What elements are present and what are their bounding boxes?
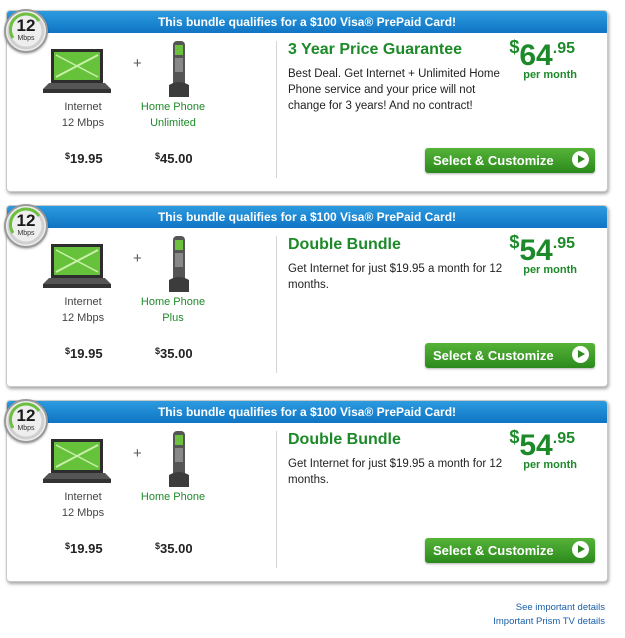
select-customize-button[interactable]: Select & Customize bbox=[425, 343, 595, 368]
bundle-title: Double Bundle bbox=[288, 431, 401, 448]
bundle-banner: This bundle qualifies for a $100 Visa® P… bbox=[7, 401, 607, 423]
price-period: per month bbox=[523, 459, 577, 471]
phone-label: Home Phone bbox=[140, 491, 206, 503]
phone-price: $45.00 bbox=[155, 151, 193, 166]
internet-price: $19.95 bbox=[65, 541, 103, 556]
internet-price: $19.95 bbox=[65, 151, 103, 166]
bundle-banner: This bundle qualifies for a $100 Visa® P… bbox=[7, 206, 607, 228]
divider bbox=[276, 236, 277, 373]
button-label: Select & Customize bbox=[433, 153, 554, 168]
bundle-description: Get Internet for just $19.95 a month for… bbox=[288, 263, 503, 291]
internet-price: $19.95 bbox=[65, 346, 103, 361]
bundle-price: $54.95 bbox=[509, 427, 575, 462]
phone-price: $35.00 bbox=[155, 541, 193, 556]
internet-service: Internet 12 Mbps bbox=[38, 294, 128, 326]
button-label: Select & Customize bbox=[433, 348, 554, 363]
internet-service: Internet 12 Mbps bbox=[38, 99, 128, 131]
cordless-phone-icon bbox=[169, 236, 189, 292]
plus-sign: + bbox=[133, 445, 142, 462]
button-label: Select & Customize bbox=[433, 543, 554, 558]
internet-label: Internet bbox=[64, 101, 102, 113]
internet-label: Internet bbox=[64, 296, 102, 308]
laptop-icon bbox=[43, 439, 111, 483]
internet-speed: 12 Mbps bbox=[61, 117, 105, 129]
price-period: per month bbox=[523, 264, 577, 276]
arrow-right-circle-icon bbox=[572, 151, 589, 168]
speed-value: 12 bbox=[16, 406, 36, 425]
arrow-right-circle-icon bbox=[572, 346, 589, 363]
speed-value: 12 bbox=[16, 211, 36, 230]
banner-text: This bundle qualifies for a $100 Visa® P… bbox=[157, 405, 457, 419]
price-period: per month bbox=[523, 69, 577, 81]
bundle-title: Double Bundle bbox=[288, 236, 401, 253]
bundle-card: This bundle qualifies for a $100 Visa® P… bbox=[4, 204, 608, 387]
select-customize-button[interactable]: Select & Customize bbox=[425, 148, 595, 173]
bundle-price: $54.95 bbox=[509, 232, 575, 267]
plus-sign: + bbox=[133, 250, 142, 267]
speed-value: 12 bbox=[16, 16, 36, 35]
phone-plan: Unlimited bbox=[150, 117, 196, 129]
speed-unit: Mbps bbox=[17, 230, 35, 237]
banner-text: This bundle qualifies for a $100 Visa® P… bbox=[157, 15, 457, 29]
cordless-phone-icon bbox=[169, 41, 189, 97]
speed-unit: Mbps bbox=[17, 35, 35, 42]
internet-speed: 12 Mbps bbox=[61, 507, 105, 519]
see-important-details-link[interactable]: See important details bbox=[493, 601, 605, 615]
bundle-description: Get Internet for just $19.95 a month for… bbox=[288, 458, 503, 486]
cordless-phone-icon bbox=[169, 431, 189, 487]
bundle-price: $64.95 bbox=[509, 37, 575, 72]
phone-label: Home Phone bbox=[140, 296, 206, 308]
phone-price: $35.00 bbox=[155, 346, 193, 361]
internet-label: Internet bbox=[64, 491, 102, 503]
bundle-title: 3 Year Price Guarantee bbox=[288, 41, 463, 58]
banner-text: This bundle qualifies for a $100 Visa® P… bbox=[157, 210, 457, 224]
laptop-icon bbox=[43, 49, 111, 93]
plus-sign: + bbox=[133, 55, 142, 72]
bundle-banner: This bundle qualifies for a $100 Visa® P… bbox=[7, 11, 607, 33]
arrow-right-circle-icon bbox=[572, 541, 589, 558]
laptop-icon bbox=[43, 244, 111, 288]
bundle-card: This bundle qualifies for a $100 Visa® P… bbox=[4, 9, 608, 192]
phone-service: Home Phone Unlimited bbox=[128, 99, 218, 131]
prism-tv-details-link[interactable]: Important Prism TV details bbox=[493, 615, 605, 629]
phone-service: Home Phone Plus bbox=[128, 294, 218, 326]
phone-plan: Plus bbox=[162, 312, 184, 324]
select-customize-button[interactable]: Select & Customize bbox=[425, 538, 595, 563]
internet-service: Internet 12 Mbps bbox=[38, 489, 128, 521]
speed-unit: Mbps bbox=[17, 425, 35, 432]
footer-links: See important details Important Prism TV… bbox=[493, 601, 605, 629]
phone-service: Home Phone bbox=[128, 489, 218, 505]
internet-speed: 12 Mbps bbox=[61, 312, 105, 324]
phone-label: Home Phone bbox=[140, 101, 206, 113]
bundle-card: This bundle qualifies for a $100 Visa® P… bbox=[4, 399, 608, 582]
divider bbox=[276, 431, 277, 568]
bundle-description: Best Deal. Get Internet + Unlimited Home… bbox=[288, 68, 500, 112]
divider bbox=[276, 41, 277, 178]
